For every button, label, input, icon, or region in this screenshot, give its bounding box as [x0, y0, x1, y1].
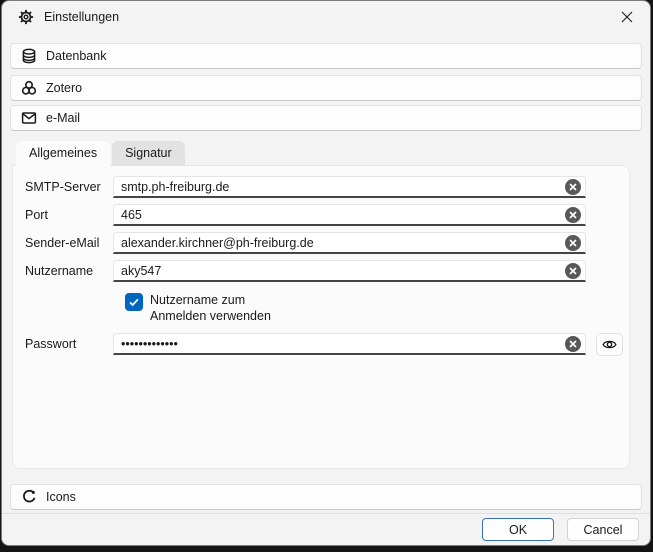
smtp-server-label: SMTP-Server: [25, 180, 113, 194]
clear-circle-icon[interactable]: [565, 207, 581, 223]
username-input[interactable]: [113, 260, 586, 282]
section-label: e-Mail: [46, 111, 80, 125]
section-header-icons[interactable]: Icons: [10, 484, 642, 510]
password-input[interactable]: [113, 333, 586, 355]
clear-circle-icon[interactable]: [565, 336, 581, 352]
dialog-title: Einstellungen: [44, 10, 119, 24]
sender-email-label: Sender-eMail: [25, 236, 113, 250]
username-row: Nutzername: [25, 260, 629, 282]
refresh-icon: [21, 489, 37, 505]
section-header-datenbank[interactable]: Datenbank: [10, 43, 642, 69]
use-username-checkbox-block: Nutzername zum Anmelden verwenden: [125, 292, 629, 324]
settings-dialog: Einstellungen Datenbank Zo: [1, 0, 651, 546]
section-label: Zotero: [46, 81, 82, 95]
smtp-server-input[interactable]: [113, 176, 586, 198]
database-icon: [21, 48, 37, 64]
smtp-server-row: SMTP-Server: [25, 176, 629, 198]
email-settings-panel: SMTP-Server Port Sender-eMail: [12, 165, 630, 469]
section-header-email[interactable]: e-Mail: [10, 105, 642, 131]
close-icon[interactable]: [618, 8, 636, 26]
use-username-checkbox[interactable]: [125, 293, 143, 311]
username-label: Nutzername: [25, 264, 113, 278]
envelope-icon: [21, 110, 37, 126]
port-input[interactable]: [113, 204, 586, 226]
email-tab-strip: Allgemeines Signatur: [16, 141, 630, 166]
eye-icon: [602, 337, 617, 352]
use-username-checkbox-label[interactable]: Nutzername zum Anmelden verwenden: [150, 292, 271, 324]
password-row: Passwort: [25, 333, 629, 355]
clear-circle-icon[interactable]: [565, 235, 581, 251]
zotero-knot-icon: [21, 80, 37, 96]
port-label: Port: [25, 208, 113, 222]
password-label: Passwort: [25, 337, 113, 351]
reveal-password-button[interactable]: [596, 333, 623, 356]
cancel-button[interactable]: Cancel: [567, 518, 639, 541]
clear-circle-icon[interactable]: [565, 263, 581, 279]
tab-allgemeines[interactable]: Allgemeines: [16, 141, 110, 166]
tab-signatur[interactable]: Signatur: [112, 141, 185, 166]
section-label: Datenbank: [46, 49, 106, 63]
port-row: Port: [25, 204, 629, 226]
section-header-zotero[interactable]: Zotero: [10, 75, 642, 101]
gear-icon: [18, 9, 34, 25]
clear-circle-icon[interactable]: [565, 179, 581, 195]
sender-email-input[interactable]: [113, 232, 586, 254]
checkmark-icon: [128, 296, 140, 308]
title-bar: Einstellungen: [2, 1, 650, 33]
ok-button[interactable]: OK: [482, 518, 554, 541]
dialog-footer: OK Cancel: [2, 513, 650, 545]
sender-email-row: Sender-eMail: [25, 232, 629, 254]
section-label: Icons: [46, 490, 76, 504]
